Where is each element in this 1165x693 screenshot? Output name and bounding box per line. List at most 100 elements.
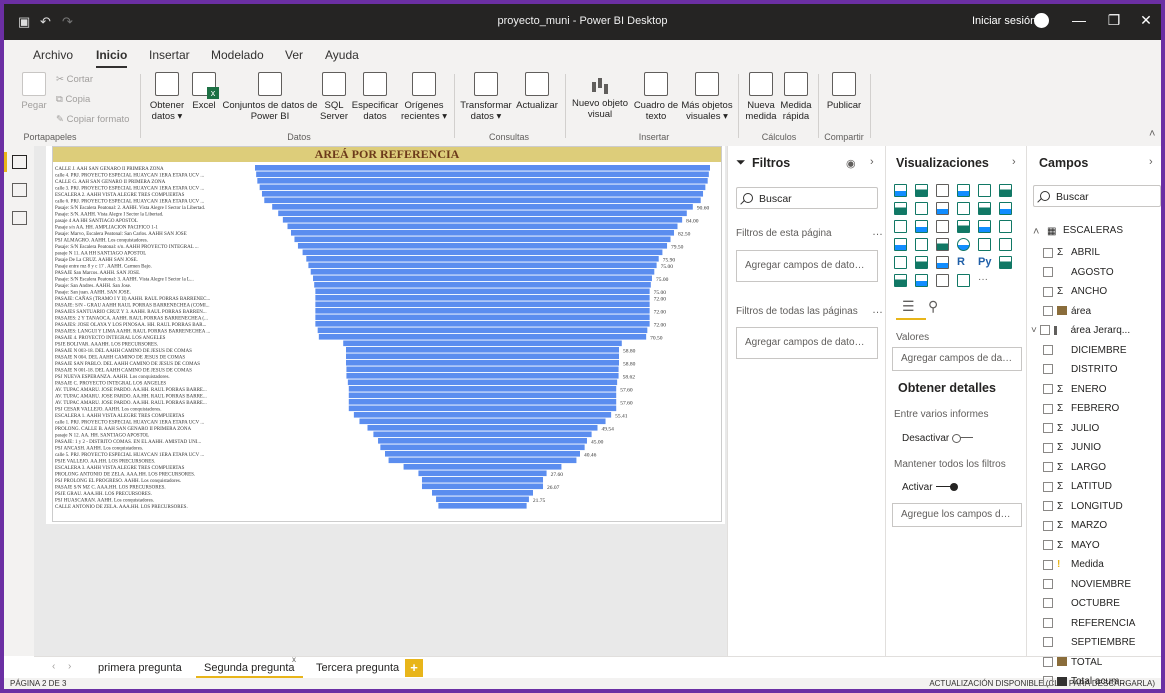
menu-ayuda[interactable]: Ayuda	[325, 48, 359, 62]
bar[interactable]	[348, 392, 617, 399]
signin-link[interactable]: Iniciar sesión	[972, 15, 1036, 27]
field-checkbox[interactable]	[1043, 540, 1053, 550]
visual-type-icon[interactable]	[915, 184, 928, 197]
visual-type-icon[interactable]	[915, 274, 928, 287]
pegar-button[interactable]: Pegar	[20, 72, 48, 111]
visual-type-icon[interactable]	[936, 220, 949, 233]
bar[interactable]	[388, 457, 577, 464]
visual-type-icon[interactable]	[894, 184, 907, 197]
copiar-formato-button[interactable]: ✎ Copiar formato	[56, 114, 129, 125]
bar[interactable]	[318, 334, 647, 340]
table-escaleras[interactable]: ESCALERAS	[1063, 221, 1123, 240]
field-checkbox[interactable]	[1043, 364, 1053, 375]
bar[interactable]	[315, 288, 650, 295]
menu-archivo[interactable]: Archivo	[33, 48, 73, 62]
nuevo-objeto-visual-button[interactable]: Nuevo objeto visual	[570, 72, 630, 120]
field-item[interactable]: Σ ABRIL	[1043, 243, 1100, 262]
field-checkbox[interactable]	[1043, 286, 1053, 297]
collapse-campos-icon[interactable]: ›	[1149, 156, 1153, 168]
report-view-icon[interactable]	[12, 155, 27, 169]
bar[interactable]	[346, 353, 619, 360]
visual-type-icon[interactable]	[915, 220, 928, 233]
campos-search-input[interactable]: Buscar	[1033, 185, 1161, 207]
menu-insertar[interactable]: Insertar	[149, 48, 190, 62]
transformar-datos-button[interactable]: Transformar datos ▾	[458, 72, 514, 122]
field-checkbox[interactable]	[1043, 442, 1053, 453]
visual-type-icon[interactable]	[957, 238, 970, 251]
bar[interactable]	[314, 282, 651, 288]
visual-type-icon[interactable]	[978, 184, 991, 197]
collapse-viz-icon[interactable]: ›	[1012, 156, 1016, 168]
bar[interactable]	[432, 490, 533, 496]
visual-type-icon[interactable]	[936, 202, 949, 215]
field-checkbox[interactable]	[1043, 617, 1053, 628]
field-checkbox[interactable]	[1043, 481, 1053, 492]
bar[interactable]	[438, 503, 527, 509]
field-item[interactable]: AGOSTO	[1043, 263, 1114, 282]
bar[interactable]	[256, 171, 709, 178]
add-page-button[interactable]: +	[405, 659, 423, 677]
visual-type-icon[interactable]	[936, 238, 949, 251]
field-checkbox[interactable]	[1043, 578, 1053, 589]
bar[interactable]	[436, 496, 529, 503]
page-filters-dropzone[interactable]: Agregar campos de datos ...	[736, 250, 878, 282]
field-checkbox[interactable]	[1043, 266, 1053, 277]
bar[interactable]	[315, 295, 650, 301]
close-icon[interactable]: ✕	[1131, 12, 1161, 29]
visual-type-icon[interactable]	[894, 238, 907, 251]
field-item[interactable]: OCTUBRE	[1043, 594, 1120, 613]
more-options-icon[interactable]: …	[872, 226, 883, 238]
minimize-icon[interactable]: —	[1064, 12, 1094, 28]
bar[interactable]	[346, 366, 619, 373]
visual-type-icon[interactable]	[999, 238, 1012, 251]
bar[interactable]	[421, 483, 544, 490]
more-options-icon[interactable]: …	[872, 304, 883, 316]
sql-server-button[interactable]: SQL Server	[320, 72, 348, 122]
bar[interactable]	[346, 360, 619, 366]
field-item[interactable]: Total acum...	[1043, 672, 1128, 689]
collapse-table-icon[interactable]: ˄	[1033, 226, 1039, 238]
maximize-icon[interactable]: ❐	[1099, 12, 1129, 29]
field-checkbox[interactable]	[1043, 520, 1053, 531]
collapse-ribbon-icon[interactable]: ˄	[1149, 128, 1155, 140]
visual-type-icon[interactable]	[936, 256, 949, 269]
visual-type-icon[interactable]	[957, 274, 970, 287]
bar-chart-visual[interactable]: AREÁ POR REFERENCIA CALLE J. AAH SAN GEN…	[52, 146, 722, 522]
field-checkbox[interactable]	[1043, 423, 1053, 433]
collapse-filters-icon[interactable]: ›	[870, 156, 874, 168]
visual-type-icon[interactable]: ···	[978, 274, 991, 287]
visual-type-icon[interactable]	[894, 274, 907, 287]
expand-icon[interactable]: ˅	[1031, 325, 1040, 336]
format-paint-icon[interactable]: ⚲	[928, 298, 938, 315]
field-item[interactable]: Σ ENERO	[1043, 380, 1107, 399]
field-checkbox[interactable]	[1043, 247, 1053, 258]
bar[interactable]	[315, 321, 650, 327]
bar[interactable]	[294, 236, 671, 243]
conjuntos-datos-button[interactable]: Conjuntos de datos de Power BI	[221, 72, 319, 122]
data-view-icon[interactable]	[12, 183, 27, 197]
excel-button[interactable]: Excel	[191, 72, 219, 111]
bar[interactable]	[287, 223, 678, 230]
bar[interactable]	[348, 399, 617, 405]
visual-type-icon[interactable]	[894, 256, 907, 269]
field-item[interactable]: REFERENCIA	[1043, 614, 1135, 633]
bar[interactable]	[308, 262, 657, 269]
obtener-datos-button[interactable]: Obtener datos ▾	[147, 72, 187, 122]
visual-type-icon[interactable]	[999, 220, 1012, 233]
visual-type-icon[interactable]	[894, 220, 907, 233]
bar[interactable]	[403, 464, 562, 470]
visual-type-icon[interactable]	[999, 256, 1012, 269]
prev-page-icon[interactable]: ‹	[52, 661, 55, 672]
visual-type-icon[interactable]: Py	[978, 256, 991, 269]
visual-type-icon[interactable]	[915, 256, 928, 269]
field-checkbox[interactable]	[1039, 325, 1050, 336]
tab-segunda-pregunta[interactable]: Segunda pregunta	[196, 657, 303, 679]
bar[interactable]	[347, 379, 618, 386]
bar[interactable]	[257, 178, 708, 184]
field-checkbox[interactable]	[1043, 305, 1053, 316]
visual-type-icon[interactable]	[999, 202, 1012, 215]
bar[interactable]	[315, 314, 650, 321]
filters-search-input[interactable]: Buscar	[736, 187, 878, 209]
bar[interactable]	[353, 412, 612, 418]
field-item[interactable]: TOTAL	[1043, 653, 1102, 672]
